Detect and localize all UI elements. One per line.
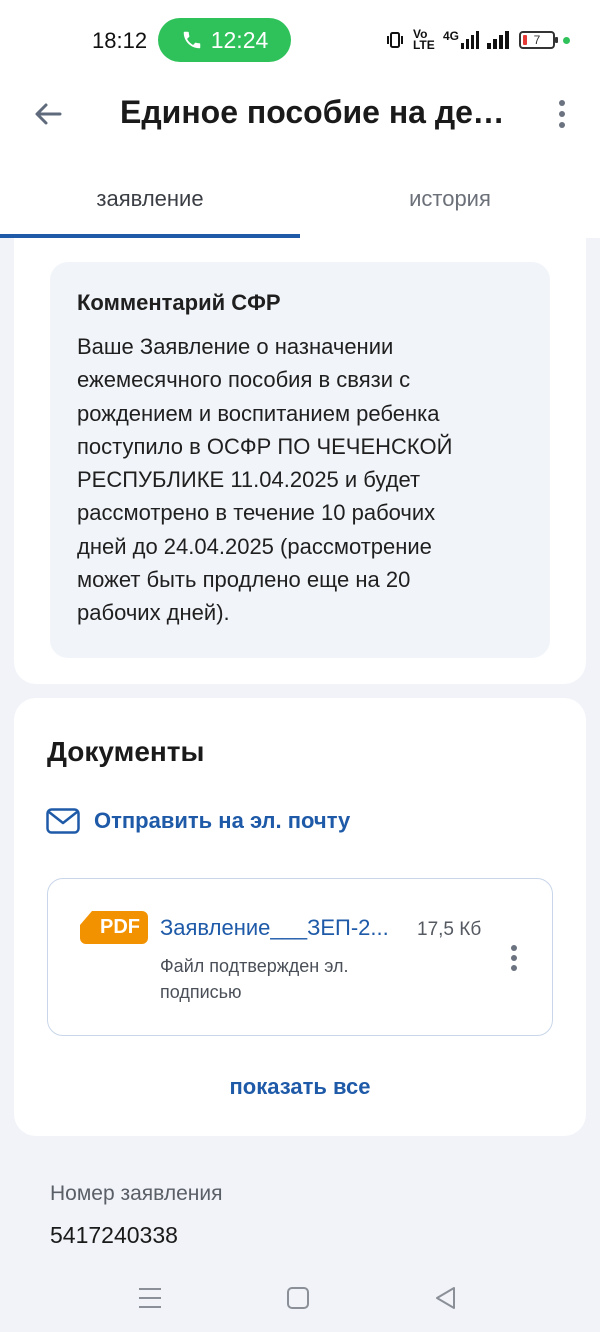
signal-icon xyxy=(487,31,509,49)
call-timer: 12:24 xyxy=(210,26,269,53)
send-to-email-label: Отправить на эл. почту xyxy=(94,808,351,833)
system-navigation-bar xyxy=(0,1262,600,1332)
file-item[interactable]: PDF Заявление___ЗЕП-2... 17,5 Кб Файл по… xyxy=(47,878,553,1036)
status-time: 18:12 xyxy=(92,28,148,53)
comment-line: дней до 24.04.2025 (рассмотрение xyxy=(77,533,432,559)
privacy-indicator-dot xyxy=(563,36,570,44)
file-note-line: подписью xyxy=(160,982,242,1002)
tab-history[interactable]: история xyxy=(300,160,600,238)
status-icons: Vo LTE 4G 7 xyxy=(385,28,570,52)
arrow-left-icon xyxy=(35,103,62,125)
screen: 18:12 12:24 Vo LTE 4G 7 Единое пособие н… xyxy=(0,0,600,1332)
page-title: Единое пособие на дет… xyxy=(120,94,520,130)
network-type-label: 4G xyxy=(442,29,459,43)
file-signature-note: Файл подтвержден эл. подписью xyxy=(160,953,400,1005)
file-size: 17,5 Кб xyxy=(417,919,482,940)
tab-bar: заявление история xyxy=(0,160,600,238)
send-to-email-link[interactable]: Отправить на эл. почту xyxy=(46,808,350,834)
show-all-link[interactable]: показать все xyxy=(14,1074,586,1100)
tab-application[interactable]: заявление xyxy=(0,160,300,238)
documents-card: Документы Отправить на эл. почту PDF Зая… xyxy=(14,698,586,1136)
application-number-label: Номер заявления xyxy=(50,1182,223,1205)
comment-line: может быть продлено еще на 20 xyxy=(77,567,411,593)
comment-line: рабочих дней). xyxy=(77,600,230,626)
comment-title: Комментарий СФР xyxy=(77,290,281,315)
more-vertical-icon xyxy=(511,945,517,951)
documents-title: Документы xyxy=(47,736,205,767)
volte-icon: Vo LTE xyxy=(412,27,435,52)
app-header: Единое пособие на дет… xyxy=(0,80,600,160)
comment-text: Ваше Заявление о назначении ежемесячного… xyxy=(77,330,524,630)
comment-box: Комментарий СФР Ваше Заявление о назначе… xyxy=(50,262,550,658)
comment-line: РЕСПУБЛИКЕ 11.04.2025 и будет xyxy=(77,467,421,493)
battery-icon: 7 xyxy=(519,31,558,49)
more-vertical-icon xyxy=(559,100,565,106)
vibrate-icon xyxy=(386,32,403,48)
phone-icon xyxy=(183,31,200,49)
ongoing-call-indicator[interactable]: 12:24 xyxy=(158,18,291,62)
file-more-options-button[interactable] xyxy=(506,941,522,975)
signal-4g-icon: 4G xyxy=(442,29,479,49)
back-button[interactable] xyxy=(26,92,70,136)
file-name-link[interactable]: Заявление___ЗЕП-2... xyxy=(160,915,402,941)
comment-line: поступило в ОСФР ПО ЧЕЧЕНСКОЙ xyxy=(77,433,453,459)
mail-icon xyxy=(46,808,80,834)
home-square-icon[interactable] xyxy=(284,1284,312,1312)
status-bar: 18:12 12:24 Vo LTE 4G 7 xyxy=(0,0,600,80)
comment-line: рассмотрено в течение 10 рабочих xyxy=(77,500,436,526)
more-options-button[interactable] xyxy=(550,92,574,136)
battery-level: 7 xyxy=(533,33,541,47)
pdf-file-icon: PDF xyxy=(80,911,148,944)
comment-line: рождением и воспитанием ребенка xyxy=(77,400,440,426)
file-note-line: Файл подтвержден эл. xyxy=(160,956,349,976)
file-type-badge: PDF xyxy=(100,916,140,938)
application-number-value: 5417240338 xyxy=(50,1222,178,1248)
comment-line: ежемесячного пособия в связи с xyxy=(77,367,411,393)
menu-icon[interactable] xyxy=(136,1284,164,1312)
back-triangle-icon[interactable] xyxy=(432,1284,460,1312)
comment-card: Комментарий СФР Ваше Заявление о назначе… xyxy=(14,238,586,684)
comment-line: Ваше Заявление о назначении xyxy=(77,334,394,359)
